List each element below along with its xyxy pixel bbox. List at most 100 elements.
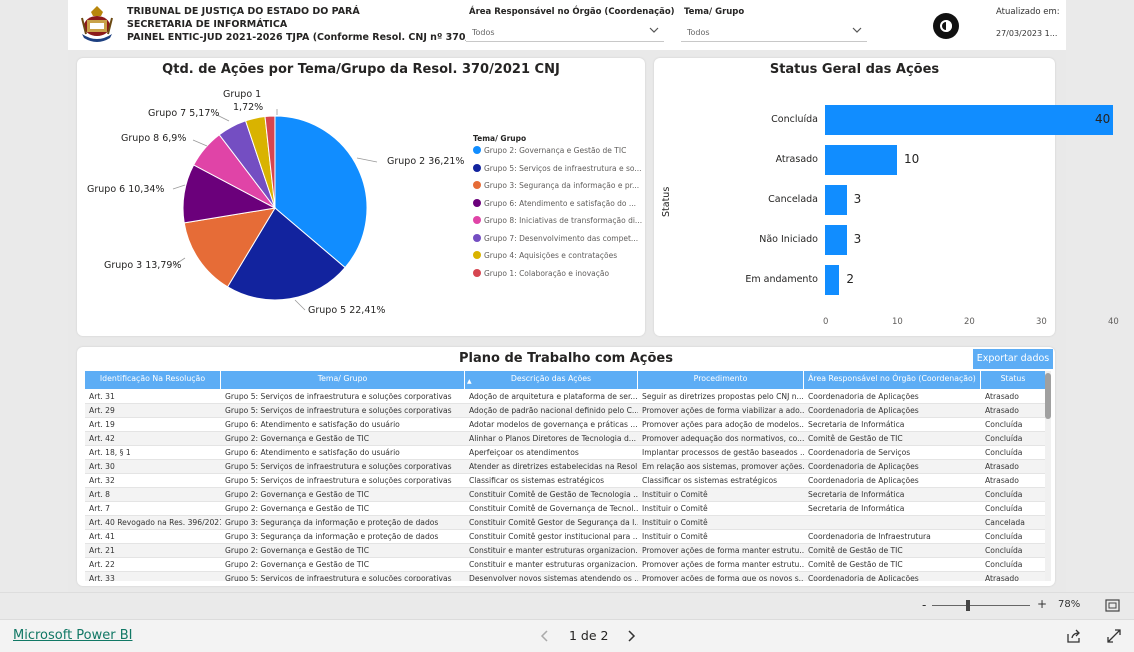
scrollbar-thumb[interactable]	[1045, 373, 1051, 419]
column-header-tema[interactable]: Tema/ Grupo	[221, 371, 465, 389]
column-header-descricao[interactable]: ▲ Descrição das Ações	[465, 371, 638, 389]
status-category-label: Em andamento	[745, 274, 818, 285]
table-row[interactable]: Art. 29 Grupo 5: Serviços de infraestrutu…	[85, 404, 1045, 418]
table-row[interactable]: Art. 41 Grupo 3: Segurança da informação …	[85, 530, 1045, 544]
table-cell: Atrasado	[985, 476, 1019, 485]
pie-leader-line	[294, 299, 306, 311]
table-cell: Constituir Comitê de Governança de Tecno…	[469, 504, 638, 513]
table-row[interactable]: Art. 42 Grupo 2: Governança e Gestão de T…	[85, 432, 1045, 446]
table-cell: Implantar processos de gestão baseados .…	[642, 448, 804, 457]
fullscreen-icon[interactable]	[1106, 628, 1122, 644]
theme-toggle-button[interactable]	[933, 13, 959, 39]
table-cell: Coordenadoria de Aplicações	[808, 392, 919, 401]
table-cell: Comitê de Gestão de TIC	[808, 546, 903, 555]
pie-leader-line	[356, 157, 378, 163]
pie-label-grupo-3: Grupo 3 13,79%	[104, 260, 182, 271]
share-icon[interactable]	[1066, 628, 1082, 644]
table-row[interactable]: Art. 33 Grupo 5: Serviços de infraestrutu…	[85, 572, 1045, 581]
table-cell: Art. 19	[89, 420, 115, 429]
pie-legend-title: Tema/ Grupo	[473, 134, 527, 143]
table-cell: Coordenadoria de Serviços	[808, 448, 911, 457]
pie-chart[interactable]	[77, 58, 645, 336]
table-row[interactable]: Art. 8 Grupo 2: Governança e Gestão de TI…	[85, 488, 1045, 502]
table-cell: Secretaria de Informática	[808, 420, 905, 429]
status-bar-value: 10	[904, 152, 920, 166]
table-cell: Atrasado	[985, 574, 1019, 581]
pie-label-grupo-8: Grupo 8 6,9%	[121, 133, 187, 144]
action-plan-panel: Plano de Trabalho com Ações Exportar dad…	[77, 347, 1055, 586]
table-cell: Art. 33	[89, 574, 115, 581]
table-cell: Coordenadoria de Aplicações	[808, 476, 919, 485]
table-cell: Grupo 2: Governança e Gestão de TIC	[225, 504, 370, 513]
table-cell: Art. 29	[89, 406, 115, 415]
table-row[interactable]: Art. 21 Grupo 2: Governança e Gestão de T…	[85, 544, 1045, 558]
footer-bar: Microsoft Power BI 1 de 2	[0, 619, 1134, 652]
report-canvas: TRIBUNAL DE JUSTIÇA DO ESTADO DO PARÁ SE…	[68, 0, 1119, 592]
zoom-slider-thumb[interactable]	[966, 600, 970, 611]
table-row[interactable]: Art. 7 Grupo 2: Governança e Gestão de TI…	[85, 502, 1045, 516]
table-row[interactable]: Art. 18, § 1 Grupo 6: Atendimento e satis…	[85, 446, 1045, 460]
column-header-status[interactable]: Status	[981, 371, 1045, 389]
org-line-1: TRIBUNAL DE JUSTIÇA DO ESTADO DO PARÁ	[127, 6, 360, 17]
table-cell: Grupo 6: Atendimento e satisfação do usu…	[225, 420, 400, 429]
report-header: TRIBUNAL DE JUSTIÇA DO ESTADO DO PARÁ SE…	[68, 0, 1066, 50]
column-header-descricao-label: Descrição das Ações	[510, 374, 592, 383]
legend-label: Grupo 4: Aquisições e contratações	[484, 251, 618, 260]
table-cell: Grupo 3: Segurança da informação e prote…	[225, 532, 439, 541]
table-cell: Coordenadoria de Aplicações	[808, 462, 919, 471]
table-cell: Grupo 3: Segurança da informação e prote…	[225, 518, 439, 527]
legend-item[interactable]: Grupo 4: Aquisições e contratações	[473, 251, 645, 263]
legend-item[interactable]: Grupo 5: Serviços de infraestrutura e so…	[473, 163, 645, 176]
status-bar[interactable]	[825, 145, 897, 175]
pie-chart-panel[interactable]: Qtd. de Ações por Tema/Grupo da Resol. 3…	[77, 58, 645, 336]
status-bar[interactable]	[825, 105, 1113, 135]
status-bar-value: 3	[853, 232, 862, 246]
legend-item[interactable]: Grupo 1: Colaboração e inovação	[473, 268, 645, 281]
table-row[interactable]: Art. 32 Grupo 5: Serviços de infraestrutu…	[85, 474, 1045, 488]
table-row[interactable]: Art. 30 Grupo 5: Serviços de infraestrutu…	[85, 460, 1045, 474]
table-scrollbar[interactable]	[1045, 371, 1051, 581]
status-bar-value: 40	[1095, 112, 1111, 126]
export-data-button[interactable]: Exportar dados	[973, 349, 1053, 369]
status-bar[interactable]	[825, 225, 847, 255]
table-cell: Grupo 5: Serviços de infraestrutura e so…	[225, 476, 452, 485]
power-bi-link[interactable]: Microsoft Power BI	[13, 628, 132, 643]
table-row[interactable]: Art. 22 Grupo 2: Governança e Gestão de T…	[85, 558, 1045, 572]
column-header-procedimento[interactable]: Procedimento	[638, 371, 804, 389]
zoom-slider-track[interactable]	[932, 605, 1030, 606]
fit-to-page-icon[interactable]	[1105, 599, 1120, 612]
legend-item[interactable]: Grupo 2: Governança e Gestão de TIC	[473, 146, 645, 158]
pie-label-grupo-1: Grupo 1	[223, 89, 262, 100]
zoom-in-button[interactable]: +	[1037, 597, 1047, 611]
zoom-out-button[interactable]: -	[922, 598, 926, 612]
group-filter-dropdown[interactable]: Todos	[681, 23, 867, 42]
status-bar[interactable]	[825, 185, 847, 215]
status-category-label: Cancelada	[768, 194, 818, 205]
previous-page-icon[interactable]	[539, 629, 551, 643]
legend-item[interactable]: Grupo 3: Segurança da informação e pr...	[473, 181, 645, 193]
column-header-area[interactable]: Área Responsável no Órgão (Coordenação)	[804, 371, 981, 389]
updated-label: Atualizado em:	[996, 7, 1060, 17]
next-page-icon[interactable]	[625, 629, 637, 643]
table-cell: Grupo 5: Serviços de infraestrutura e so…	[225, 462, 452, 471]
legend-item[interactable]: Grupo 8: Iniciativas de transformação di…	[473, 216, 645, 228]
column-header-identificacao[interactable]: Identificação Na Resolução	[85, 371, 221, 389]
updated-date: 27/03/2023 1...	[996, 29, 1058, 38]
pie-leader-line	[192, 139, 208, 147]
table-cell: Concluída	[985, 448, 1023, 457]
table-cell: Classificar os sistemas estratégicos	[469, 476, 605, 485]
area-filter-value: Todos	[472, 28, 495, 37]
table-cell: Secretaria de Informática	[808, 504, 905, 513]
table-row[interactable]: Art. 19 Grupo 6: Atendimento e satisfação…	[85, 418, 1045, 432]
legend-item[interactable]: Grupo 7: Desenvolvimento das compet...	[473, 233, 645, 246]
table-row[interactable]: Art. 31 Grupo 5: Serviços de infraestrutu…	[85, 390, 1045, 404]
area-filter-dropdown[interactable]: Todos	[466, 23, 664, 42]
table-cell: Promover ações de forma manter estrutu..…	[642, 560, 804, 569]
table-cell: Constituir e manter estruturas organizac…	[469, 546, 638, 555]
status-bar[interactable]	[825, 265, 840, 295]
legend-label: Grupo 7: Desenvolvimento das compet...	[484, 233, 639, 243]
contrast-icon-half	[946, 20, 952, 32]
legend-item[interactable]: Grupo 6: Atendimento e satisfação do ...	[473, 198, 645, 211]
table-row[interactable]: Art. 40 Revogado na Res. 396/2021 Grupo 3…	[85, 516, 1045, 530]
status-chart-panel[interactable]: Status Geral das Ações Status Concluída 4…	[654, 58, 1119, 336]
